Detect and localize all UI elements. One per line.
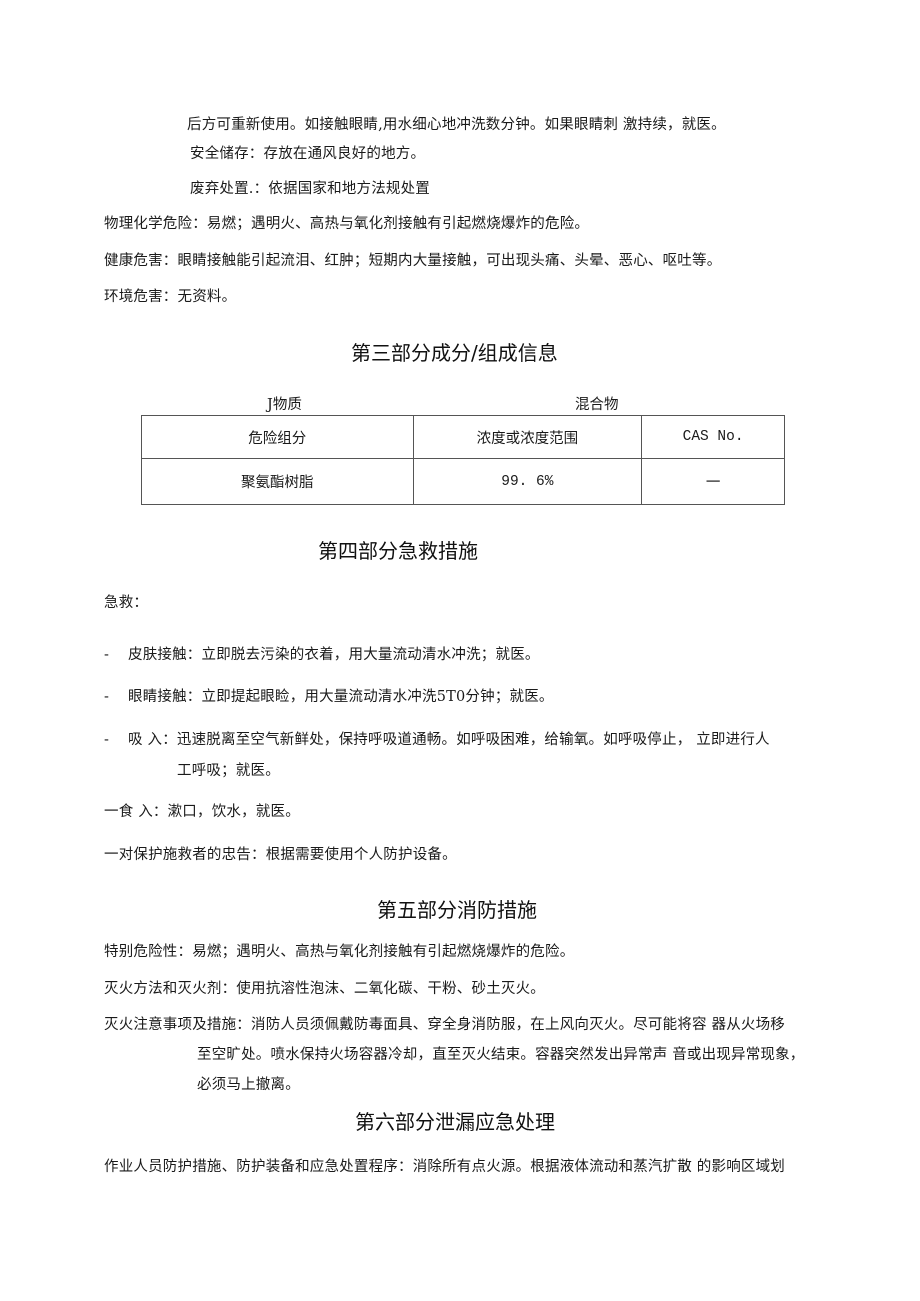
- inhalation-continuation: 工呼吸；就医。: [177, 763, 280, 779]
- safe-storage-text: 安全储存：存放在通风良好的地方。: [190, 146, 426, 162]
- bullet-dash: -: [104, 647, 110, 663]
- table-header-row: 危险组分 浓度或浓度范围 CAS No.: [141, 415, 785, 459]
- rescuer-advice-text: 一对保护施救者的忠告：根据需要使用个人防护设备。: [104, 847, 457, 863]
- cell-component-name: 聚氨酯树脂: [141, 458, 414, 505]
- firefighting-precautions-line1: 灭火注意事项及措施：消防人员须佩戴防毒面具、穿全身消防服，在上风向灭火。尽可能将…: [104, 1017, 786, 1033]
- special-hazard-text: 特别危险性：易燃；遇明火、高热与氧化剂接触有引起燃烧爆炸的危险。: [104, 944, 575, 960]
- section5-title: 第五部分消防措施: [377, 898, 537, 922]
- section6-title: 第六部分泄漏应急处理: [355, 1110, 555, 1134]
- substance-label: J物质: [267, 397, 302, 413]
- section4-title: 第四部分急救措施: [318, 539, 478, 563]
- ingestion-text: 一食 入：漱口，饮水，就医。: [104, 804, 300, 820]
- mixture-label: 混合物: [575, 397, 619, 413]
- environment-hazard-text: 环境危害：无资料。: [104, 289, 237, 305]
- firefighting-precautions-line2: 至空旷处。喷水保持火场容器冷却，直至灭火结束。容器突然发出异常声 音或出现异常现…: [197, 1047, 805, 1063]
- firefighting-precautions-line3: 必须马上撤离。: [197, 1077, 300, 1093]
- disposal-text: 废弃处置.：依据国家和地方法规处置: [190, 181, 431, 197]
- health-hazard-text: 健康危害：眼睛接触能引起流泪、红肿；短期内大量接触，可出现头痛、头晕、恶心、呕吐…: [104, 253, 722, 269]
- extinguishing-media-text: 灭火方法和灭火剂：使用抗溶性泡沫、二氧化碳、干粉、砂土灭火。: [104, 981, 545, 997]
- header-hazardous-component: 危险组分: [141, 415, 414, 459]
- bullet-dash: -: [104, 689, 110, 705]
- section3-title: 第三部分成分/组成信息: [351, 341, 558, 365]
- cell-concentration: 99. 6%: [412, 458, 643, 505]
- bullet-dash: -: [104, 732, 110, 748]
- first-aid-intro: 急救：: [104, 595, 149, 611]
- personnel-protection-text: 作业人员防护措施、防护装备和应急处置程序：消除所有点火源。根据液体流动和蒸汽扩散…: [104, 1159, 786, 1175]
- first-aid-eye-continuation: 后方可重新使用。如接触眼睛,用水细心地冲洗数分钟。如果眼睛刺 激持续，就医。: [187, 117, 726, 133]
- table-row: 聚氨酯树脂 99. 6% 一: [141, 458, 785, 505]
- header-concentration: 浓度或浓度范围: [412, 415, 643, 459]
- eye-contact-text: 眼睛接触：立即提起眼睑，用大量流动清水冲洗5T0分钟；就医。: [128, 689, 554, 705]
- header-cas-no: CAS No.: [641, 415, 785, 459]
- physchem-hazard-text: 物理化学危险：易燃；遇明火、高热与氧化剂接触有引起燃烧爆炸的危险。: [104, 216, 590, 232]
- composition-table: 危险组分 浓度或浓度范围 CAS No. 聚氨酯树脂 99. 6% 一: [141, 415, 785, 505]
- cell-cas-number: 一: [641, 458, 785, 505]
- inhalation-text: 吸 入：迅速脱离至空气新鲜处，保持呼吸道通畅。如呼吸困难，给输氧。如呼吸停止， …: [128, 732, 770, 748]
- skin-contact-text: 皮肤接触：立即脱去污染的衣着，用大量流动清水冲洗；就医。: [128, 647, 540, 663]
